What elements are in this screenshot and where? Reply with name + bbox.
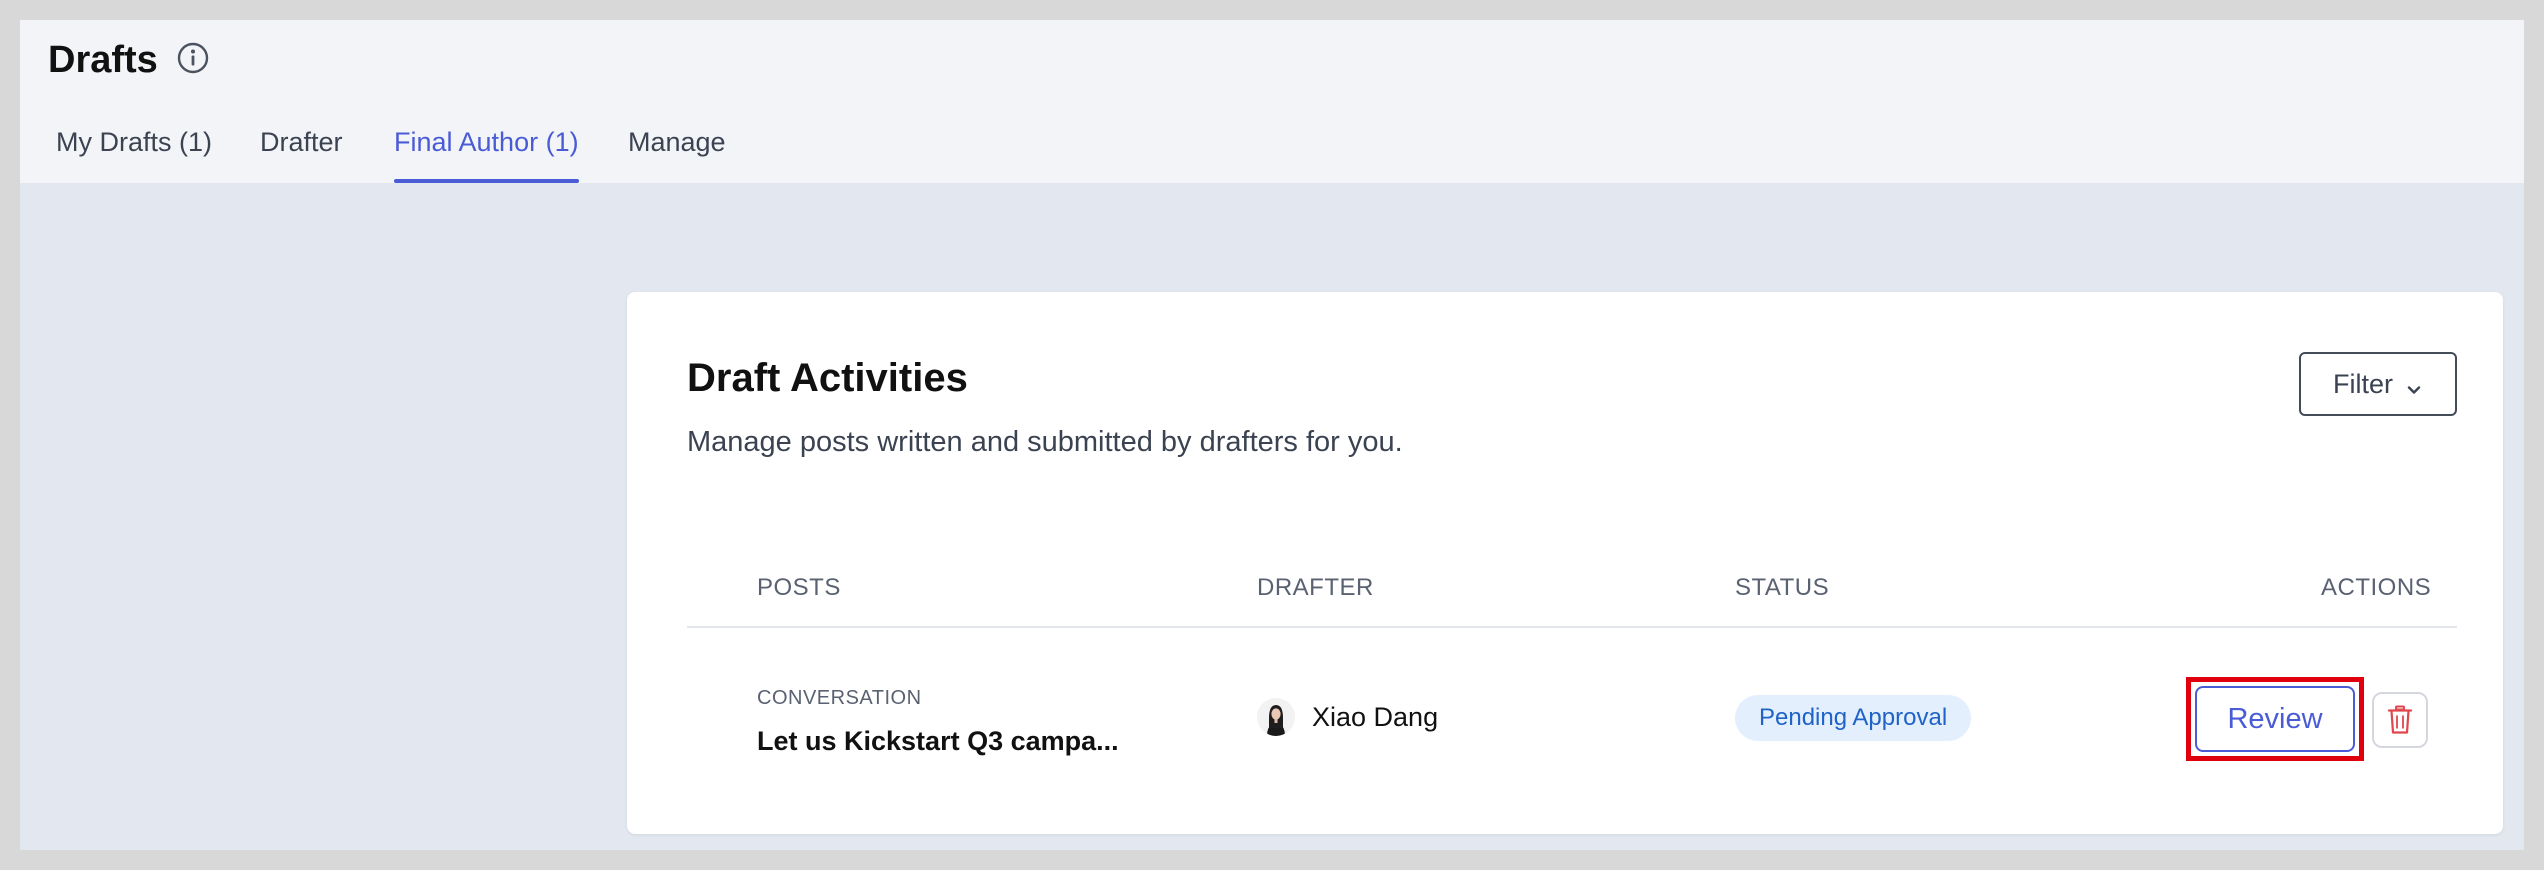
drafter-name: Xiao Dang — [1312, 702, 1439, 732]
delete-button[interactable] — [2372, 692, 2428, 748]
column-header-drafter: DRAFTER — [1257, 574, 1374, 601]
column-header-status: STATUS — [1735, 574, 1830, 601]
tab-drafter[interactable]: Drafter — [260, 118, 343, 183]
post-title[interactable]: Let us Kickstart Q3 campa... — [757, 722, 1119, 760]
card-subtitle: Manage posts written and submitted by dr… — [687, 426, 1403, 458]
avatar — [1257, 698, 1295, 736]
app-frame: Drafts My Drafts (1) Drafter Final Autho… — [20, 20, 2524, 850]
page-title: Drafts — [48, 39, 158, 81]
post-type: CONVERSATION — [757, 687, 922, 709]
review-button[interactable]: Review — [2195, 686, 2355, 752]
chevron-down-icon — [2405, 375, 2423, 394]
draft-activities-card: Draft Activities Manage posts written an… — [627, 292, 2503, 834]
tab-my-drafts[interactable]: My Drafts (1) — [56, 118, 212, 183]
tab-manage[interactable]: Manage — [628, 118, 726, 183]
trash-icon — [2387, 705, 2413, 735]
column-header-actions: ACTIONS — [2321, 574, 2432, 601]
card-title: Draft Activities — [687, 356, 968, 400]
column-header-posts: POSTS — [757, 574, 841, 601]
tab-final-author[interactable]: Final Author (1) — [394, 118, 579, 183]
filter-button-label: Filter — [2333, 368, 2393, 399]
status-badge: Pending Approval — [1735, 695, 1972, 741]
table-header-divider — [687, 626, 2457, 628]
info-icon[interactable] — [176, 41, 210, 75]
filter-button[interactable]: Filter — [2299, 352, 2457, 416]
top-bar: Drafts My Drafts (1) Drafter Final Autho… — [20, 20, 2524, 183]
